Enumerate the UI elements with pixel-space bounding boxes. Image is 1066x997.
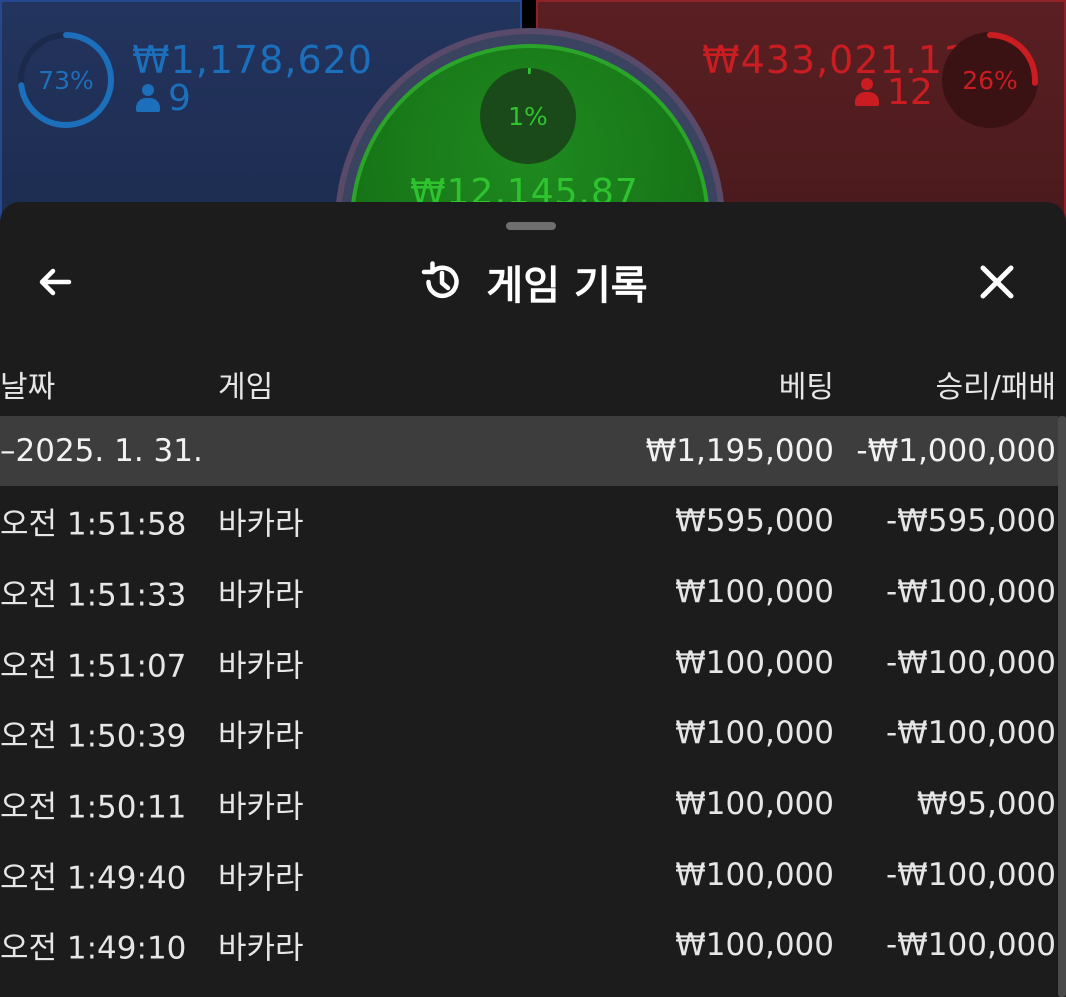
group-date: –2025. 1. 31. bbox=[0, 433, 203, 469]
table-row[interactable]: 오전 1:50:11 바카라 ₩100,000 ₩95,000 bbox=[0, 769, 1058, 840]
sheet-header: 게임 기록 bbox=[0, 252, 1066, 312]
tie-percent: 1% bbox=[508, 101, 548, 131]
date-group-row[interactable]: –2025. 1. 31. ₩1,195,000 -₩1,000,000 bbox=[0, 416, 1058, 486]
row-game: 바카라 bbox=[218, 577, 304, 614]
row-bet: ₩100,000 bbox=[675, 927, 834, 964]
history-table: –2025. 1. 31. ₩1,195,000 -₩1,000,000 오전 … bbox=[0, 416, 1058, 981]
column-game: 게임 bbox=[218, 370, 274, 405]
row-bet: ₩100,000 bbox=[675, 574, 834, 611]
column-result: 승리/패배 bbox=[935, 370, 1056, 405]
tie-percent-ring: 1% bbox=[478, 66, 578, 166]
row-result: -₩100,000 bbox=[885, 856, 1056, 893]
row-game: 바카라 bbox=[218, 718, 304, 755]
row-result: -₩100,000 bbox=[885, 927, 1056, 964]
row-bet: ₩100,000 bbox=[675, 786, 834, 823]
row-time: 오전 1:51:33 bbox=[0, 577, 187, 614]
row-time: 오전 1:49:40 bbox=[0, 860, 187, 897]
scrollbar[interactable] bbox=[1058, 416, 1066, 997]
row-bet: ₩100,000 bbox=[675, 715, 834, 752]
row-game: 바카라 bbox=[218, 506, 304, 543]
row-game: 바카라 bbox=[218, 648, 304, 685]
betting-board: 73% ₩1,178,620 9 1% ₩12,145.87 ₩433,021.… bbox=[0, 0, 1066, 230]
player-amount: ₩1,178,620 bbox=[132, 38, 373, 82]
close-icon bbox=[980, 265, 1014, 299]
row-game: 바카라 bbox=[218, 930, 304, 967]
banker-percent-ring: 26% bbox=[940, 30, 1040, 130]
row-time: 오전 1:51:58 bbox=[0, 506, 187, 543]
close-button[interactable] bbox=[967, 252, 1027, 312]
row-result: -₩100,000 bbox=[885, 574, 1056, 611]
row-result: -₩100,000 bbox=[885, 715, 1056, 752]
row-result: -₩595,000 bbox=[885, 503, 1056, 540]
table-row[interactable]: 오전 1:51:33 바카라 ₩100,000 -₩100,000 bbox=[0, 557, 1058, 628]
row-bet: ₩100,000 bbox=[675, 644, 834, 681]
row-time: 오전 1:49:10 bbox=[0, 930, 187, 967]
group-result-total: -₩1,000,000 bbox=[856, 433, 1056, 469]
player-percent-ring: 73% bbox=[16, 30, 116, 130]
sheet-title: 게임 기록 bbox=[486, 263, 648, 309]
table-header: 날짜 게임 베팅 승리/패배 bbox=[0, 352, 1058, 405]
history-icon bbox=[422, 261, 460, 299]
row-result: -₩100,000 bbox=[885, 644, 1056, 681]
table-row[interactable]: 오전 1:49:40 바카라 ₩100,000 -₩100,000 bbox=[0, 839, 1058, 910]
table-row[interactable]: 오전 1:50:39 바카라 ₩100,000 -₩100,000 bbox=[0, 698, 1058, 769]
banker-count-value: 12 bbox=[887, 72, 933, 113]
banker-count: 12 bbox=[855, 72, 933, 113]
row-game: 바카라 bbox=[218, 789, 304, 826]
row-time: 오전 1:50:39 bbox=[0, 718, 187, 755]
column-date: 날짜 bbox=[0, 370, 56, 405]
row-result: ₩95,000 bbox=[916, 786, 1056, 823]
person-icon bbox=[855, 77, 879, 108]
group-bet-total: ₩1,195,000 bbox=[645, 433, 834, 469]
column-bet: 베팅 bbox=[778, 370, 834, 405]
player-percent: 73% bbox=[38, 65, 94, 95]
player-count-value: 9 bbox=[168, 78, 191, 119]
sheet-drag-handle[interactable] bbox=[506, 222, 556, 230]
banker-percent: 26% bbox=[962, 65, 1018, 95]
row-bet: ₩595,000 bbox=[675, 503, 834, 540]
player-count: 9 bbox=[136, 78, 191, 119]
row-time: 오전 1:50:11 bbox=[0, 789, 187, 826]
table-row[interactable]: 오전 1:51:07 바카라 ₩100,000 -₩100,000 bbox=[0, 627, 1058, 698]
table-row[interactable]: 오전 1:51:58 바카라 ₩595,000 -₩595,000 bbox=[0, 486, 1058, 557]
row-bet: ₩100,000 bbox=[675, 856, 834, 893]
game-history-sheet: 게임 기록 날짜 게임 베팅 승리/패배 –2025. 1. 31. ₩1,19… bbox=[0, 202, 1066, 997]
row-game: 바카라 bbox=[218, 860, 304, 897]
person-icon bbox=[136, 83, 160, 114]
row-time: 오전 1:51:07 bbox=[0, 648, 187, 685]
table-row[interactable]: 오전 1:49:10 바카라 ₩100,000 -₩100,000 bbox=[0, 910, 1058, 981]
